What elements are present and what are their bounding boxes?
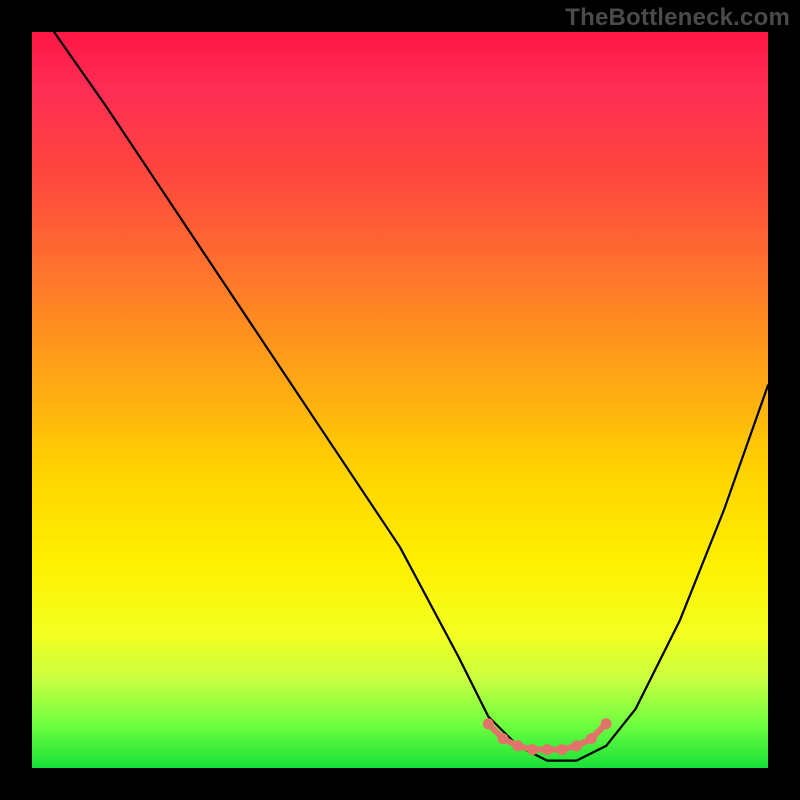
optimal-band-dot	[601, 718, 612, 729]
optimal-band-dot	[571, 740, 582, 751]
watermark-text: TheBottleneck.com	[565, 4, 790, 32]
plot-area	[32, 32, 768, 768]
optimal-band-dot	[586, 733, 597, 744]
optimal-band-dot	[512, 740, 523, 751]
optimal-band-dot	[542, 744, 553, 755]
chart-frame: TheBottleneck.com	[0, 0, 800, 800]
curve-layer	[32, 32, 768, 768]
optimal-band-dot	[483, 718, 494, 729]
curve-path	[54, 32, 768, 761]
optimal-band-markers	[483, 718, 612, 755]
optimal-band-dot	[556, 744, 567, 755]
optimal-band-dot	[527, 744, 538, 755]
optimal-band-dot	[498, 733, 509, 744]
